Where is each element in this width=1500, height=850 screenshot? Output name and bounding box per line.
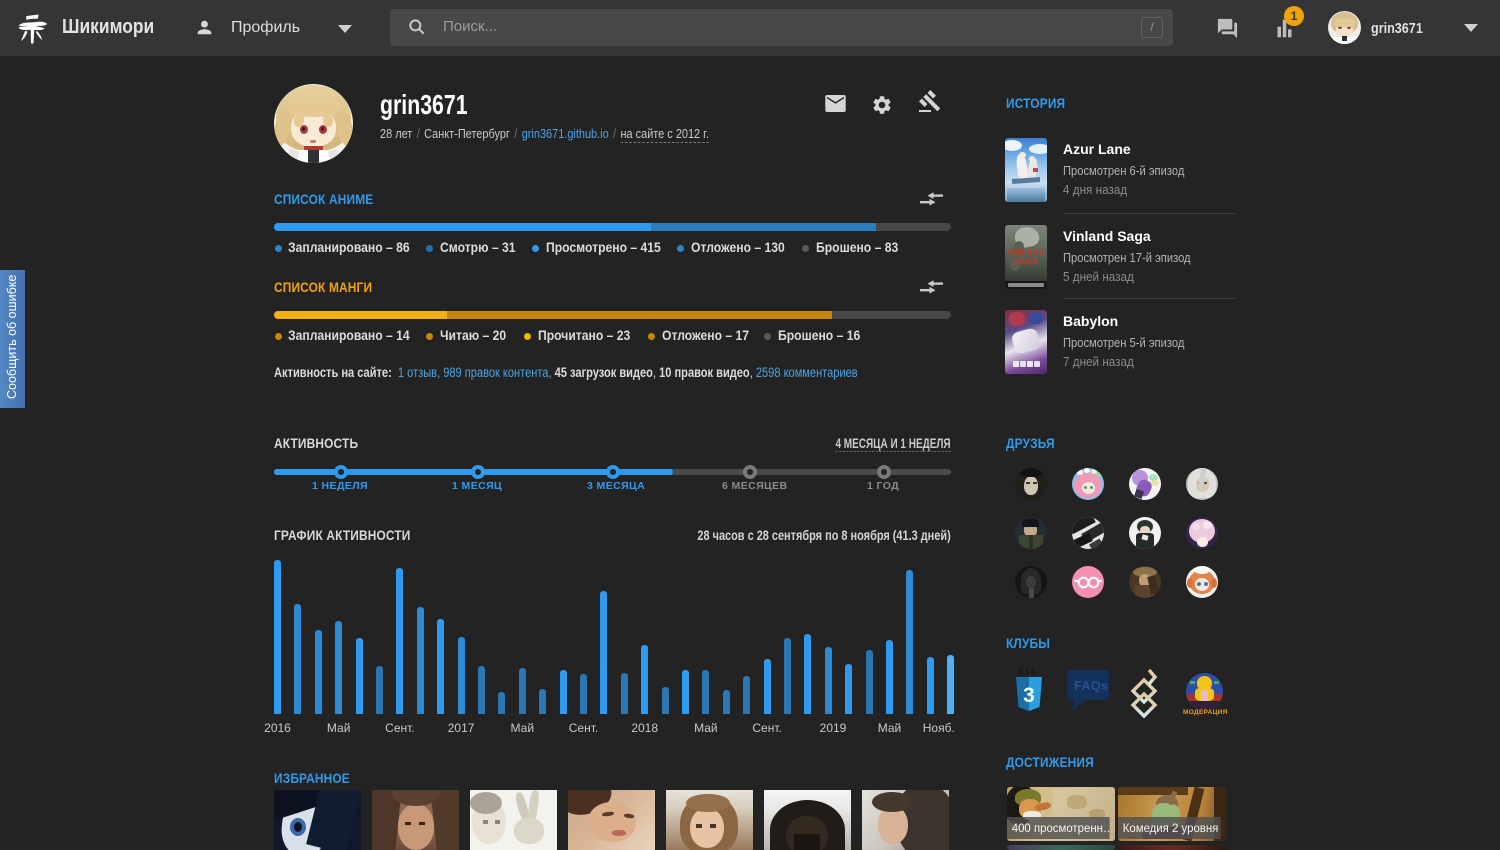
- svg-text:FAQs: FAQs: [1074, 678, 1108, 693]
- svg-text:3: 3: [1023, 684, 1035, 707]
